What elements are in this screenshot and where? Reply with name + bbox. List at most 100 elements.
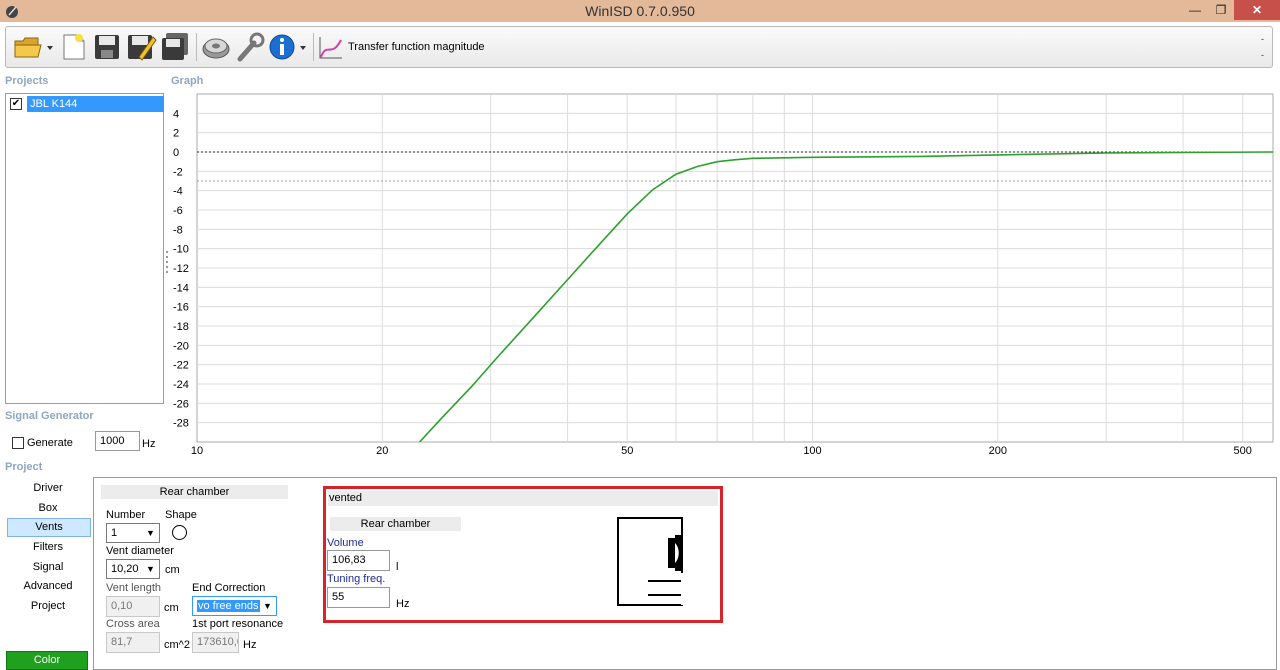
y-tick-label: -24 bbox=[173, 379, 189, 391]
shape-label: Shape bbox=[165, 509, 197, 521]
menu-driver[interactable]: Driver bbox=[5, 480, 91, 499]
save-icon[interactable] bbox=[92, 31, 122, 63]
y-tick-label: -14 bbox=[173, 282, 189, 294]
graph-section-label: Graph bbox=[171, 75, 204, 87]
port-resonance-label: 1st port resonance bbox=[192, 618, 284, 630]
toolbar-overflow-top[interactable]: - bbox=[1261, 31, 1264, 47]
splitter-grip[interactable] bbox=[166, 251, 168, 273]
vent-diameter-label: Vent diameter bbox=[106, 545, 174, 557]
toolbar-separator bbox=[313, 33, 314, 61]
port-resonance-input[interactable]: 173610,6 bbox=[192, 632, 239, 653]
save-as-icon[interactable] bbox=[125, 31, 157, 63]
end-correction-select[interactable]: vo free ends ▼ bbox=[192, 596, 277, 616]
vent-diameter-unit: cm bbox=[165, 564, 180, 576]
round-shape-icon[interactable] bbox=[172, 525, 187, 540]
window-title: WinISD 0.7.0.950 bbox=[585, 3, 695, 19]
tuning-freq-label: Tuning freq. bbox=[327, 573, 386, 585]
x-tick-label: 10 bbox=[191, 445, 203, 457]
menu-box[interactable]: Box bbox=[5, 500, 91, 519]
toolbar-overflow: - - bbox=[1261, 31, 1264, 63]
transfer-function-chart[interactable]: 420-2-4-6-8-10-12-14-16-18-20-22-24-26-2… bbox=[166, 93, 1278, 458]
signal-frequency-input[interactable]: 1000 bbox=[95, 431, 140, 451]
vent-diameter-value: 10,20 bbox=[111, 563, 139, 575]
chevron-down-icon: ▼ bbox=[146, 528, 155, 538]
toolbar-separator bbox=[196, 33, 197, 61]
menu-project[interactable]: Project bbox=[5, 598, 91, 617]
vented-box-diagram-icon bbox=[617, 517, 687, 606]
x-tick-label: 20 bbox=[376, 445, 388, 457]
volume-input[interactable]: 106,83 bbox=[327, 550, 390, 571]
driver-icon[interactable] bbox=[200, 31, 232, 63]
projects-list: ✔ JBL K144 bbox=[5, 93, 164, 404]
generate-checkbox[interactable] bbox=[12, 437, 24, 449]
y-tick-label: -6 bbox=[173, 205, 183, 217]
y-tick-label: -16 bbox=[173, 302, 189, 314]
y-tick-label: 2 bbox=[173, 128, 179, 140]
x-tick-label: 500 bbox=[1234, 445, 1252, 457]
project-name[interactable]: JBL K144 bbox=[27, 96, 164, 112]
chevron-down-icon: ▼ bbox=[263, 601, 272, 611]
end-correction-label: End Correction bbox=[192, 582, 266, 594]
vent-length-unit: cm bbox=[164, 602, 179, 614]
y-tick-label: 4 bbox=[173, 108, 179, 120]
title-bar: WinISD 0.7.0.950 — ❐ ✕ bbox=[0, 0, 1280, 22]
open-folder-icon[interactable] bbox=[12, 31, 56, 63]
graph-type-label[interactable]: Transfer function magnitude bbox=[348, 41, 485, 53]
color-button[interactable]: Color bbox=[6, 651, 88, 670]
project-section-label: Project bbox=[5, 461, 43, 473]
new-project-icon[interactable] bbox=[60, 31, 88, 63]
x-tick-label: 200 bbox=[989, 445, 1007, 457]
y-tick-label: -18 bbox=[173, 321, 189, 333]
generate-label: Generate bbox=[27, 437, 73, 449]
save-all-icon[interactable] bbox=[159, 31, 191, 63]
x-tick-label: 100 bbox=[803, 445, 821, 457]
y-tick-label: 0 bbox=[173, 147, 179, 159]
signal-frequency-unit: Hz bbox=[142, 438, 156, 450]
end-correction-value: vo free ends bbox=[197, 600, 260, 612]
vent-length-label: Vent length bbox=[106, 582, 162, 594]
cross-area-label: Cross area bbox=[106, 618, 160, 630]
main-toolbar: Transfer function magnitude - - bbox=[5, 26, 1273, 68]
vent-diameter-select[interactable]: 10,20 ▼ bbox=[106, 559, 160, 579]
close-button[interactable]: ✕ bbox=[1234, 0, 1280, 20]
cross-area-unit: cm^2 bbox=[164, 639, 190, 651]
minimize-button[interactable]: — bbox=[1182, 0, 1208, 20]
y-tick-label: -22 bbox=[173, 360, 189, 372]
vent-length-input[interactable]: 0,10 bbox=[106, 596, 160, 617]
box-rear-chamber-header: Rear chamber bbox=[330, 517, 461, 531]
y-tick-label: -12 bbox=[173, 263, 189, 275]
x-tick-label: 50 bbox=[621, 445, 633, 457]
vent-number-value: 1 bbox=[111, 527, 118, 539]
cross-area-input[interactable]: 81,7 bbox=[106, 632, 160, 653]
toolbar-overflow-bottom[interactable]: - bbox=[1261, 47, 1264, 63]
maximize-button[interactable]: ❐ bbox=[1208, 0, 1234, 20]
vent-number-select[interactable]: 1 ▼ bbox=[106, 523, 160, 543]
y-tick-label: -8 bbox=[173, 224, 183, 236]
y-tick-label: -10 bbox=[173, 244, 189, 256]
number-label: Number bbox=[106, 509, 146, 521]
y-tick-label: -28 bbox=[173, 418, 189, 430]
menu-filters[interactable]: Filters bbox=[5, 539, 91, 558]
menu-advanced[interactable]: Advanced bbox=[5, 578, 91, 597]
graph-type-icon[interactable] bbox=[317, 31, 345, 63]
y-tick-label: -20 bbox=[173, 340, 189, 352]
volume-unit: l bbox=[396, 561, 399, 573]
box-type-header: vented bbox=[328, 491, 718, 506]
rear-chamber-header: Rear chamber bbox=[101, 485, 288, 499]
menu-vents[interactable]: Vents bbox=[7, 518, 91, 537]
y-tick-label: -26 bbox=[173, 398, 189, 410]
tuning-freq-input[interactable]: 55 bbox=[327, 587, 390, 608]
port-resonance-unit: Hz bbox=[243, 639, 257, 651]
chevron-down-icon: ▼ bbox=[146, 564, 155, 574]
projects-section-label: Projects bbox=[5, 75, 49, 87]
menu-signal[interactable]: Signal bbox=[5, 559, 91, 578]
tuning-freq-unit: Hz bbox=[396, 598, 410, 610]
tools-icon[interactable] bbox=[234, 31, 266, 63]
project-item[interactable]: ✔ JBL K144 bbox=[8, 96, 164, 112]
info-icon[interactable] bbox=[268, 31, 310, 63]
y-tick-label: -2 bbox=[173, 166, 183, 178]
project-checkbox[interactable]: ✔ bbox=[10, 98, 22, 110]
signal-generator-label: Signal Generator bbox=[5, 410, 94, 422]
volume-label: Volume bbox=[327, 537, 364, 549]
y-tick-label: -4 bbox=[173, 186, 183, 198]
